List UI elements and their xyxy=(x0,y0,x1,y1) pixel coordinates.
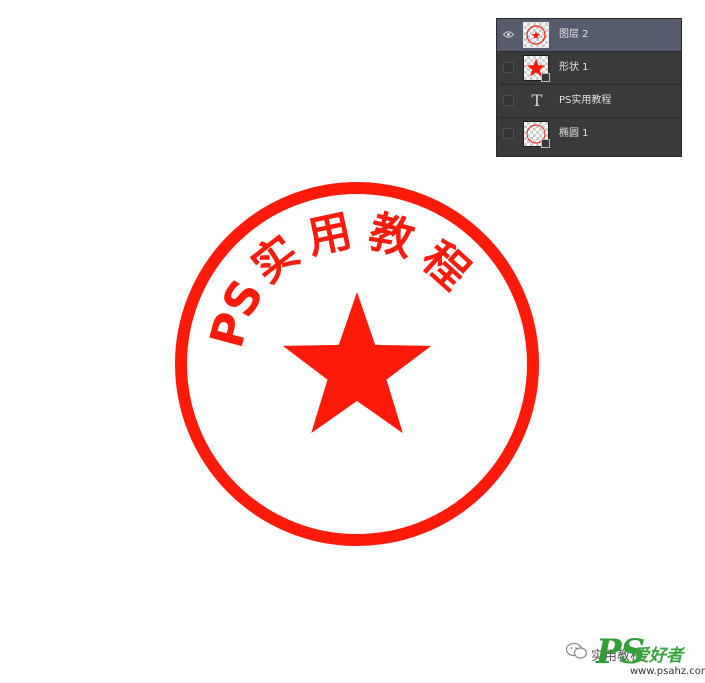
seal-artwork: PS实用 教程 xyxy=(175,182,539,546)
document-canvas: 图层 2 形状 1 T PS实用教程 椭圆 1 P S 实 用 教 程 实用教程… xyxy=(0,0,705,683)
star-icon xyxy=(282,292,432,434)
seal-char-3: 实 xyxy=(243,226,309,293)
seal-char-6: 程 xyxy=(412,232,479,299)
wechat-icon xyxy=(566,642,588,659)
watermark-url: www.psahz.com xyxy=(630,666,705,677)
watermark-brand-cn: 爱好者 xyxy=(632,646,683,666)
seal-char-4: 用 xyxy=(303,205,357,264)
seal-char-5: 教 xyxy=(363,206,419,267)
